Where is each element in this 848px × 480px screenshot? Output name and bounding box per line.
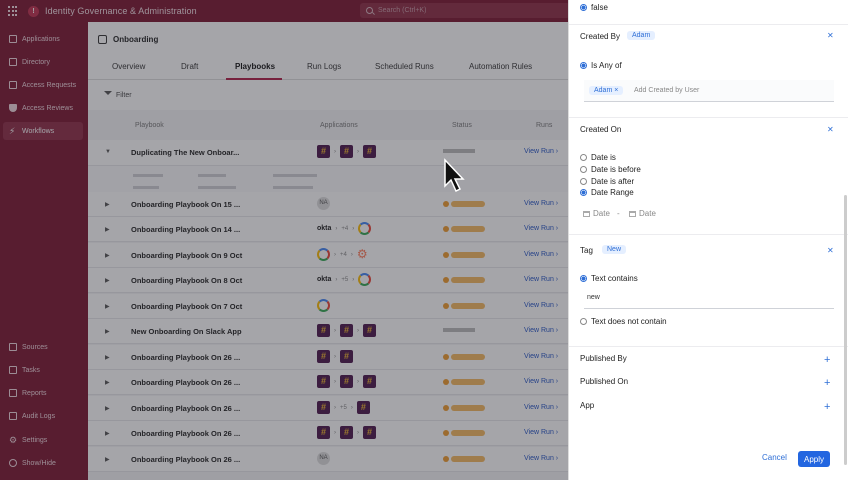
tag-text-input[interactable]: new bbox=[584, 289, 834, 309]
modal-backdrop[interactable] bbox=[0, 0, 568, 480]
radio-date-is-after[interactable] bbox=[580, 178, 587, 185]
calendar-icon bbox=[629, 210, 636, 217]
filter-value-chip: Adam bbox=[627, 31, 656, 40]
radio-label: false bbox=[591, 3, 608, 12]
filter-drawer: false Created By Adam ✕ Is Any of Adam ×… bbox=[568, 0, 848, 480]
filter-published-by[interactable]: Published By bbox=[580, 354, 627, 363]
created-by-user-input[interactable]: Adam × Add Created by User bbox=[584, 80, 834, 102]
cancel-button[interactable]: Cancel bbox=[762, 453, 787, 462]
date-to-input[interactable]: Date bbox=[629, 209, 656, 218]
input-placeholder: Add Created by User bbox=[634, 87, 700, 94]
filter-section-created-on: Created On ✕ Date is Date is before Date… bbox=[569, 118, 848, 235]
user-chip: Adam × bbox=[589, 86, 624, 95]
filter-published-on[interactable]: Published On bbox=[580, 377, 628, 386]
mouse-cursor-icon bbox=[444, 158, 465, 193]
radio-is-any-of[interactable] bbox=[580, 62, 587, 69]
filter-section-tag: Tag New ✕ Text contains new Text does no… bbox=[569, 235, 848, 347]
filter-label: Created On bbox=[580, 125, 622, 134]
radio-date-is-before[interactable] bbox=[580, 166, 587, 173]
radio-date-is[interactable] bbox=[580, 154, 587, 161]
radio-label: Date Range bbox=[591, 188, 634, 197]
remove-filter-icon[interactable]: ✕ bbox=[827, 246, 834, 255]
radio-label: Date is after bbox=[591, 177, 635, 186]
filter-section-created-by: Created By Adam ✕ Is Any of Adam × Add C… bbox=[569, 25, 848, 118]
calendar-icon bbox=[583, 210, 590, 217]
add-filter-icon[interactable]: + bbox=[824, 355, 830, 366]
remove-filter-icon[interactable]: ✕ bbox=[827, 125, 834, 134]
chip-close-icon: × bbox=[614, 87, 619, 94]
filter-label: Tag bbox=[580, 246, 593, 255]
radio-date-range[interactable] bbox=[580, 189, 587, 196]
date-range-separator: - bbox=[617, 209, 620, 218]
radio-label: Date is before bbox=[591, 165, 641, 174]
radio-label: Date is bbox=[591, 153, 616, 162]
radio-label: Text does not contain bbox=[591, 317, 667, 326]
filter-label: Created By bbox=[580, 32, 621, 41]
add-filter-icon[interactable]: + bbox=[824, 402, 830, 413]
apply-button[interactable]: Apply bbox=[798, 451, 830, 467]
add-filter-icon[interactable]: + bbox=[824, 378, 830, 389]
radio-label: Is Any of bbox=[591, 61, 622, 70]
radio-false[interactable] bbox=[580, 4, 587, 11]
radio-label: Text contains bbox=[591, 274, 638, 283]
filter-app[interactable]: App bbox=[580, 401, 594, 410]
date-from-input[interactable]: Date bbox=[583, 209, 610, 218]
filter-value-chip: New bbox=[602, 245, 627, 254]
radio-text-does-not-contain[interactable] bbox=[580, 318, 587, 325]
remove-filter-icon[interactable]: ✕ bbox=[827, 31, 834, 40]
filter-section-previous: false bbox=[569, 0, 848, 25]
radio-text-contains[interactable] bbox=[580, 275, 587, 282]
drawer-scrollbar[interactable] bbox=[844, 195, 847, 465]
